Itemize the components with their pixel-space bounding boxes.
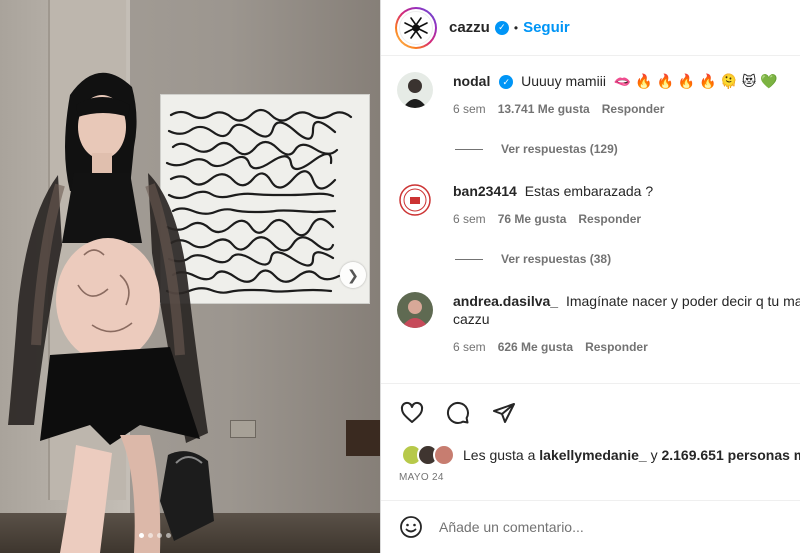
person-figure bbox=[8, 72, 214, 553]
comment-username[interactable]: ban23414 bbox=[453, 183, 517, 199]
carousel-dot bbox=[139, 533, 144, 538]
comment-input[interactable] bbox=[439, 519, 739, 535]
comment-text: Estas embarazada ? bbox=[524, 183, 654, 199]
comment-likes[interactable]: 626 Me gusta bbox=[498, 340, 573, 354]
view-replies-button[interactable]: Ver respuestas (38) bbox=[455, 252, 611, 266]
post-photo: ❯ bbox=[0, 0, 380, 553]
furniture bbox=[346, 420, 380, 456]
comment-item: nodal ✓ Uuuuy mamiii 🫦 🔥 🔥 🔥 🔥 🫠 😻 💚 6 s… bbox=[397, 72, 778, 116]
view-replies-button[interactable]: Ver respuestas (129) bbox=[455, 142, 618, 156]
comment-username[interactable]: nodal bbox=[453, 73, 490, 89]
post-header: cazzu ✓ • Seguir bbox=[381, 0, 800, 56]
comment-text-line2: cazzu bbox=[453, 311, 490, 327]
post-date[interactable]: MAYO 24 bbox=[399, 472, 444, 483]
share-icon bbox=[493, 403, 515, 423]
liker-username[interactable]: lakellymedanie_ bbox=[539, 447, 646, 463]
chevron-right-icon: ❯ bbox=[347, 266, 359, 283]
divider-line bbox=[455, 148, 483, 150]
verified-icon: ✓ bbox=[499, 75, 514, 90]
view-replies-label: Ver respuestas (129) bbox=[501, 142, 618, 156]
comment-icon bbox=[446, 401, 469, 424]
share-button[interactable] bbox=[491, 400, 517, 426]
liker-avatar[interactable] bbox=[433, 444, 455, 466]
carousel-dot bbox=[157, 533, 162, 538]
follow-button[interactable]: Seguir bbox=[523, 19, 570, 36]
likes-count[interactable]: 2.169.651 personas más bbox=[661, 447, 800, 463]
comment-time[interactable]: 6 sem bbox=[453, 102, 486, 116]
comment-item: ban23414 Estas embarazada ? 6 sem 76 Me … bbox=[397, 182, 653, 226]
comment-text: Uuuuy mamiii bbox=[521, 73, 606, 89]
carousel-dot bbox=[148, 533, 153, 538]
comment-emojis: 🫦 🔥 🔥 🔥 🔥 🫠 😻 💚 bbox=[613, 73, 778, 89]
likes-summary: Les gusta a lakellymedanie_ y 2.169.651 … bbox=[401, 444, 800, 466]
reply-button[interactable]: Responder bbox=[602, 102, 665, 116]
author-avatar[interactable] bbox=[395, 6, 437, 49]
post-sidebar: cazzu ✓ • Seguir nodal ✓ Uuuuy mamiii 🫦 … bbox=[380, 0, 800, 553]
add-comment-bar bbox=[381, 500, 800, 553]
verified-icon: ✓ bbox=[494, 20, 509, 35]
author-username[interactable]: cazzu bbox=[449, 19, 490, 36]
likes-prefix: Les gusta a bbox=[463, 447, 536, 463]
divider-line bbox=[455, 258, 483, 260]
comment-username[interactable]: andrea.dasilva_ bbox=[453, 293, 558, 309]
heart-icon bbox=[400, 401, 424, 423]
post-actions bbox=[381, 383, 800, 426]
comment-likes[interactable]: 76 Me gusta bbox=[498, 212, 567, 226]
likes-connector: y bbox=[650, 447, 658, 463]
spider-logo-icon bbox=[404, 16, 428, 39]
carousel-dot bbox=[166, 533, 171, 538]
commenter-avatar[interactable] bbox=[397, 72, 433, 108]
commenter-avatar[interactable] bbox=[397, 292, 433, 328]
comment-time[interactable]: 6 sem bbox=[453, 212, 486, 226]
like-button[interactable] bbox=[399, 400, 425, 426]
emoji-icon[interactable] bbox=[399, 515, 423, 539]
header-separator: • bbox=[513, 20, 519, 35]
comment-text: Imagínate nacer y poder decir q tu mamá … bbox=[565, 293, 800, 309]
reply-button[interactable]: Responder bbox=[585, 340, 648, 354]
comment-item: andrea.dasilva_ Imagínate nacer y poder … bbox=[397, 292, 800, 354]
commenter-avatar[interactable] bbox=[397, 182, 433, 218]
comment-likes[interactable]: 13.741 Me gusta bbox=[498, 102, 590, 116]
carousel-dots bbox=[139, 533, 171, 538]
comment-button[interactable] bbox=[445, 400, 471, 426]
reply-button[interactable]: Responder bbox=[578, 212, 641, 226]
likers-avatars bbox=[401, 444, 455, 466]
view-replies-label: Ver respuestas (38) bbox=[501, 252, 612, 266]
comment-time[interactable]: 6 sem bbox=[453, 340, 486, 354]
carousel-next-button[interactable]: ❯ bbox=[340, 262, 366, 288]
